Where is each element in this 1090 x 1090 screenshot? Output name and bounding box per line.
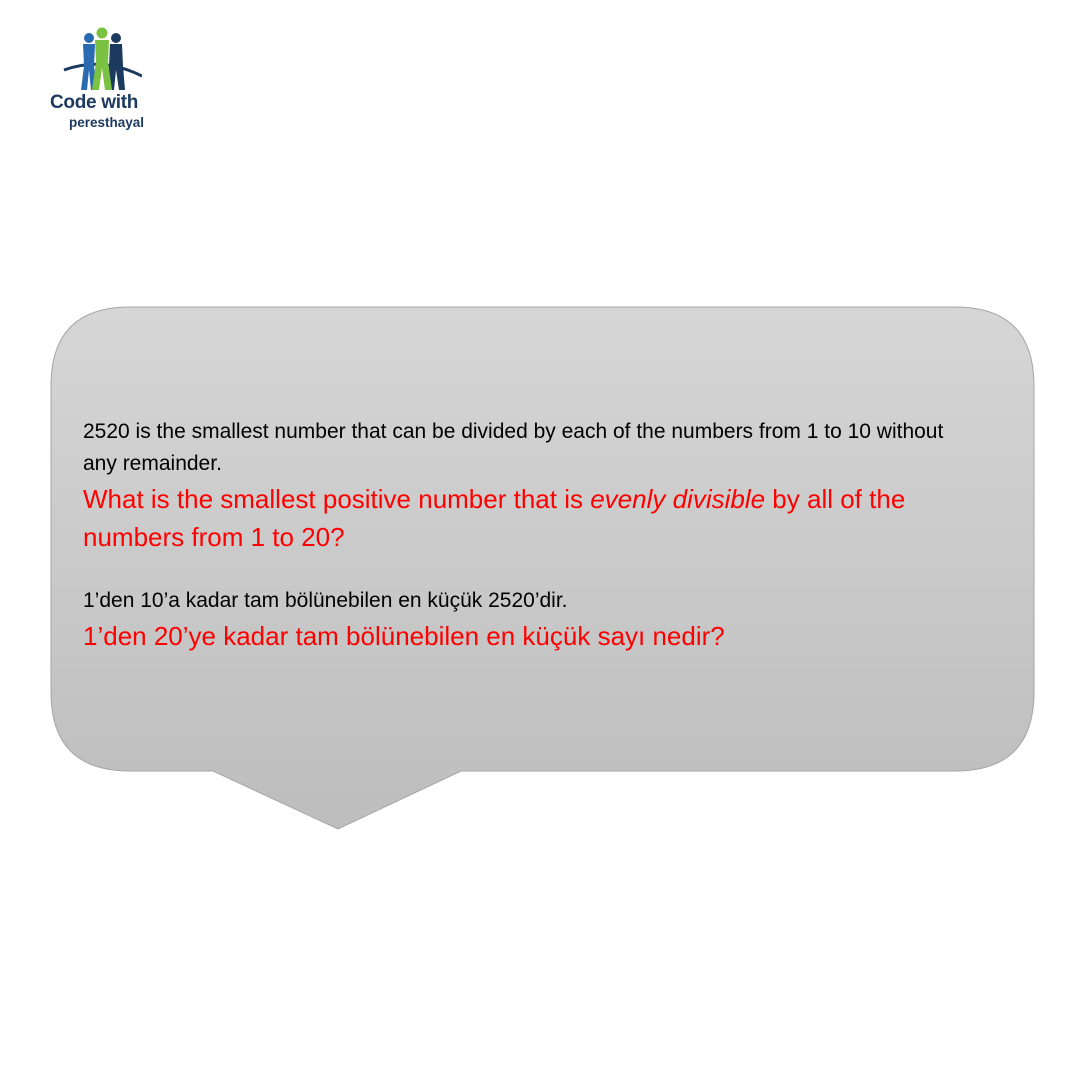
turkish-question-text: 1’den 20’ye kadar tam bölünebilen en küç… [83, 621, 725, 651]
english-question-text: What is the smallest positive number tha… [83, 480, 983, 556]
turkish-intro-text: 1’den 10’a kadar tam bölünebilen en küçü… [83, 589, 568, 612]
english-intro-text: 2520 is the smallest number that can be … [83, 420, 944, 475]
english-question-part1: What is the smallest positive number tha… [83, 484, 591, 514]
english-question-emphasis: evenly divisible [590, 484, 766, 514]
bubble-content: 2520 is the smallest number that can be … [83, 416, 983, 655]
